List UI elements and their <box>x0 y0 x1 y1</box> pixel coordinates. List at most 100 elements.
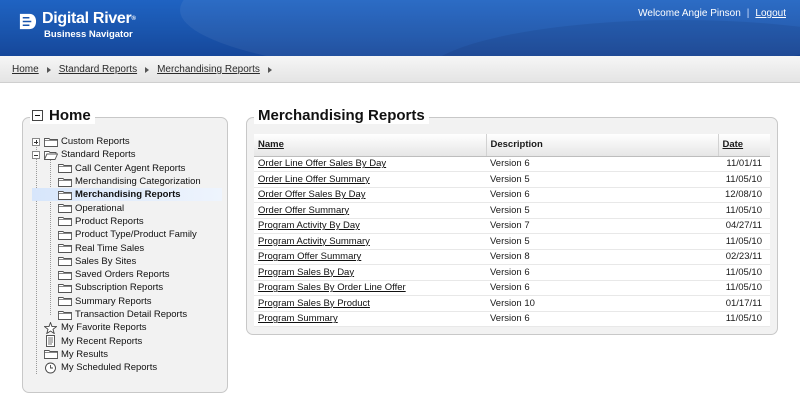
folder-icon <box>58 270 75 280</box>
report-description-cell: Version 8 <box>486 249 718 265</box>
tree-item[interactable]: Summary Reports <box>32 295 222 308</box>
brand-logo[interactable]: Digital River® <box>18 10 136 31</box>
navigation-title[interactable]: Home <box>30 107 95 124</box>
tree-item[interactable]: My Recent Reports <box>32 334 222 348</box>
folder-icon <box>58 296 75 307</box>
report-name-cell: Program Offer Summary <box>254 249 486 265</box>
report-link[interactable]: Order Line Offer Summary <box>258 174 370 185</box>
tree-item[interactable]: My Results <box>32 348 222 361</box>
report-link[interactable]: Program Sales By Product <box>258 298 370 309</box>
report-date-cell: 11/05/10 <box>718 280 770 296</box>
tree-item-label: Merchandising Categorization <box>75 176 201 188</box>
tree-item[interactable]: Transaction Detail Reports <box>32 308 222 321</box>
product-name: Business Navigator <box>44 29 133 40</box>
report-description-cell: Version 6 <box>486 280 718 296</box>
report-link[interactable]: Program Offer Summary <box>258 251 361 262</box>
tree-item-label: My Results <box>61 348 108 360</box>
clock-icon <box>44 362 61 374</box>
folder-icon <box>58 243 75 253</box>
tree-item-label: Summary Reports <box>75 295 152 307</box>
tree-item[interactable]: Standard Reports <box>32 148 222 161</box>
table-row: Program Sales By Day Version 6 11/05/10 <box>254 264 770 281</box>
tree-item-label: My Scheduled Reports <box>61 362 158 374</box>
report-name-cell: Program Activity Summary <box>254 233 486 250</box>
table-row: Program Sales By Product Version 10 01/17/… <box>254 295 770 312</box>
report-name-cell: Program Sales By Product <box>254 295 486 312</box>
folder-icon <box>44 137 61 147</box>
report-link[interactable]: Program Activity By Day <box>258 220 360 231</box>
tree-item[interactable]: Real Time Sales <box>32 241 222 254</box>
tree-item-label: My Recent Reports <box>61 335 143 347</box>
report-description-cell: Version 6 <box>486 264 718 281</box>
column-header-date[interactable]: Date <box>718 134 770 157</box>
report-date-cell: 12/08/10 <box>718 187 770 203</box>
report-tree: Custom Reports Standard Reports Call Cente… <box>32 135 222 374</box>
report-name-cell: Program Summary <box>254 311 486 327</box>
breadcrumb-merchandising-reports[interactable]: Merchandising Reports <box>157 64 260 75</box>
tree-item[interactable]: Product Type/Product Family <box>32 228 222 241</box>
table-row: Order Line Offer Summary Version 5 11/05/1… <box>254 171 770 188</box>
report-description-cell: Version 7 <box>486 218 718 234</box>
collapse-icon[interactable] <box>32 151 40 160</box>
tree-item[interactable]: Merchandising Categorization <box>32 175 222 188</box>
tree-item[interactable]: Call Center Agent Reports <box>32 162 222 175</box>
breadcrumb-home[interactable]: Home <box>12 64 39 75</box>
tree-item[interactable]: Custom Reports <box>32 135 222 148</box>
collapse-icon[interactable] <box>32 110 43 121</box>
report-link[interactable]: Order Offer Sales By Day <box>258 189 366 200</box>
tree-item[interactable]: Product Reports <box>32 215 222 228</box>
tree-item-label: Custom Reports <box>61 136 130 148</box>
folder-icon <box>58 256 75 267</box>
tree-item-label: Saved Orders Reports <box>75 269 170 281</box>
table-row: Program Sales By Order Line Offer Version… <box>254 280 770 296</box>
report-link[interactable]: Program Sales By Order Line Offer <box>258 282 406 293</box>
report-date-cell: 11/05/10 <box>718 171 770 188</box>
column-header-name[interactable]: Name <box>254 134 487 157</box>
report-name-cell: Order Line Offer Sales By Day <box>254 156 486 172</box>
tree-item[interactable]: Operational <box>32 201 222 214</box>
table-row: Program Offer Summary Version 8 02/23/11 <box>254 249 770 265</box>
star-icon <box>44 321 61 334</box>
report-description-cell: Version 6 <box>486 311 718 327</box>
breadcrumb: Home Standard Reports Merchandising Repo… <box>12 64 280 75</box>
reports-table: Name Description Date Order Line Offer S… <box>254 134 770 327</box>
tree-item[interactable]: Saved Orders Reports <box>32 268 222 281</box>
report-link[interactable]: Order Offer Summary <box>258 205 349 216</box>
report-date-cell: 02/23/11 <box>718 249 770 265</box>
report-link[interactable]: Order Line Offer Sales By Day <box>258 158 386 169</box>
table-row: Order Line Offer Sales By Day Version 6 11… <box>254 156 770 172</box>
folder-icon <box>58 283 75 293</box>
tree-item[interactable]: My Favorite Reports <box>32 321 222 334</box>
report-link[interactable]: Program Sales By Day <box>258 267 354 278</box>
tree-item-label: Transaction Detail Reports <box>75 309 188 320</box>
logo-mark-icon <box>19 13 37 30</box>
expand-icon[interactable] <box>32 138 40 146</box>
tree-item-label: Sales By Sites <box>75 255 137 267</box>
tree-item[interactable]: Subscription Reports <box>32 281 222 294</box>
app-header: Digital River® Business Navigator Welcom… <box>0 0 800 56</box>
navigation-title-label: Home <box>49 107 91 124</box>
tree-item[interactable]: Sales By Sites <box>32 255 222 268</box>
folder-icon <box>58 203 75 214</box>
report-link[interactable]: Program Summary <box>258 313 338 324</box>
report-description-cell: Version 5 <box>486 202 718 219</box>
brand-name: Digital River® <box>42 10 136 27</box>
tree-item[interactable]: My Scheduled Reports <box>32 361 222 374</box>
report-link[interactable]: Program Activity Summary <box>258 236 370 247</box>
folder-icon <box>58 230 75 240</box>
report-name-cell: Program Sales By Day <box>254 264 486 281</box>
logout-link[interactable]: Logout <box>755 8 786 19</box>
report-description-cell: Version 6 <box>486 187 718 203</box>
column-header-description[interactable]: Description <box>486 134 719 157</box>
table-row: Order Offer Sales By Day Version 6 12/08/1… <box>254 187 770 203</box>
report-date-cell: 11/05/10 <box>718 311 770 327</box>
report-name-cell: Order Offer Sales By Day <box>254 187 486 203</box>
tree-item[interactable]: Merchandising Reports <box>32 188 222 202</box>
report-date-cell: 11/01/11 <box>718 156 770 172</box>
user-welcome: Welcome Angie Pinson | Logout <box>638 8 786 19</box>
tree-item-label: Real Time Sales <box>75 242 145 254</box>
breadcrumb-standard-reports[interactable]: Standard Reports <box>59 64 137 75</box>
tree-item-label: Standard Reports <box>61 149 136 161</box>
report-date-cell: 04/27/11 <box>718 218 770 234</box>
table-row: Program Summary Version 6 11/05/10 <box>254 311 770 327</box>
